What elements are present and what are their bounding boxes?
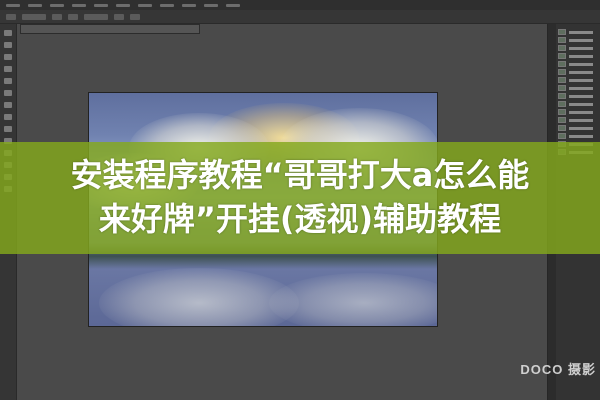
tool-icon[interactable] — [4, 126, 12, 132]
fog — [99, 268, 299, 326]
layer-name — [569, 102, 593, 106]
layer-row[interactable] — [558, 124, 598, 132]
menu-item[interactable] — [72, 3, 86, 7]
options-control[interactable] — [114, 13, 124, 20]
layer-thumbnail-icon — [558, 109, 566, 115]
layer-row[interactable] — [558, 76, 598, 84]
menu-item[interactable] — [116, 3, 130, 7]
menu-item[interactable] — [50, 3, 64, 7]
menu-item[interactable] — [6, 3, 20, 7]
tool-icon[interactable] — [4, 42, 12, 48]
layer-thumbnail-icon — [558, 29, 566, 35]
layer-row[interactable] — [558, 52, 598, 60]
layer-row[interactable] — [558, 68, 598, 76]
layer-row[interactable] — [558, 92, 598, 100]
options-control[interactable] — [84, 13, 108, 20]
layer-thumbnail-icon — [558, 125, 566, 131]
menu-item[interactable] — [182, 3, 196, 7]
document-tab[interactable] — [20, 24, 200, 34]
options-control[interactable] — [68, 13, 78, 20]
layer-name — [569, 46, 593, 50]
watermark: DOCO 摄影 — [520, 362, 596, 377]
options-control[interactable] — [52, 13, 62, 20]
layer-name — [569, 70, 593, 74]
menu-item[interactable] — [160, 3, 174, 7]
layer-row[interactable] — [558, 28, 598, 36]
layer-name — [569, 118, 593, 122]
fog — [269, 273, 437, 326]
layer-row[interactable] — [558, 60, 598, 68]
tool-icon[interactable] — [4, 114, 12, 120]
layer-thumbnail-icon — [558, 45, 566, 51]
layer-row[interactable] — [558, 116, 598, 124]
layer-name — [569, 94, 593, 98]
layer-thumbnail-icon — [558, 77, 566, 83]
layer-thumbnail-icon — [558, 69, 566, 75]
layer-name — [569, 38, 593, 42]
layer-thumbnail-icon — [558, 93, 566, 99]
layer-row[interactable] — [558, 108, 598, 116]
options-control[interactable] — [130, 13, 140, 20]
menu-item[interactable] — [204, 3, 218, 7]
layer-row[interactable] — [558, 44, 598, 52]
headline-line-1: 安装程序教程“哥哥打大a怎么能 — [70, 156, 530, 194]
layer-thumbnail-icon — [558, 61, 566, 67]
layer-row[interactable] — [558, 36, 598, 44]
menu-item[interactable] — [94, 3, 108, 7]
tool-icon[interactable] — [4, 90, 12, 96]
tool-icon[interactable] — [4, 102, 12, 108]
layer-name — [569, 30, 593, 34]
layer-row[interactable] — [558, 132, 598, 140]
layer-thumbnail-icon — [558, 117, 566, 123]
banner-headline: 安装程序教程“哥哥打大a怎么能 来好牌”开挂(透视)辅助教程 — [0, 153, 600, 241]
tool-icon[interactable] — [4, 66, 12, 72]
menu-item[interactable] — [28, 3, 42, 7]
layer-thumbnail-icon — [558, 85, 566, 91]
layer-thumbnail-icon — [558, 101, 566, 107]
layer-row[interactable] — [558, 84, 598, 92]
layer-name — [569, 134, 593, 138]
layer-thumbnail-icon — [558, 133, 566, 139]
layer-row[interactable] — [558, 100, 598, 108]
layer-name — [569, 78, 593, 82]
layer-thumbnail-icon — [558, 53, 566, 59]
tool-icon[interactable] — [4, 54, 12, 60]
layer-name — [569, 62, 593, 66]
layer-name — [569, 110, 593, 114]
options-control[interactable] — [6, 13, 16, 20]
menu-item[interactable] — [138, 3, 152, 7]
options-control[interactable] — [22, 13, 46, 20]
options-bar — [0, 10, 600, 24]
tool-icon[interactable] — [4, 78, 12, 84]
layer-name — [569, 86, 593, 90]
tool-icon[interactable] — [4, 30, 12, 36]
layer-thumbnail-icon — [558, 37, 566, 43]
menu-bar — [0, 0, 600, 10]
menu-item[interactable] — [226, 3, 240, 7]
layer-name — [569, 54, 593, 58]
headline-line-2: 来好牌”开挂(透视)辅助教程 — [98, 200, 502, 238]
layer-name — [569, 126, 593, 130]
